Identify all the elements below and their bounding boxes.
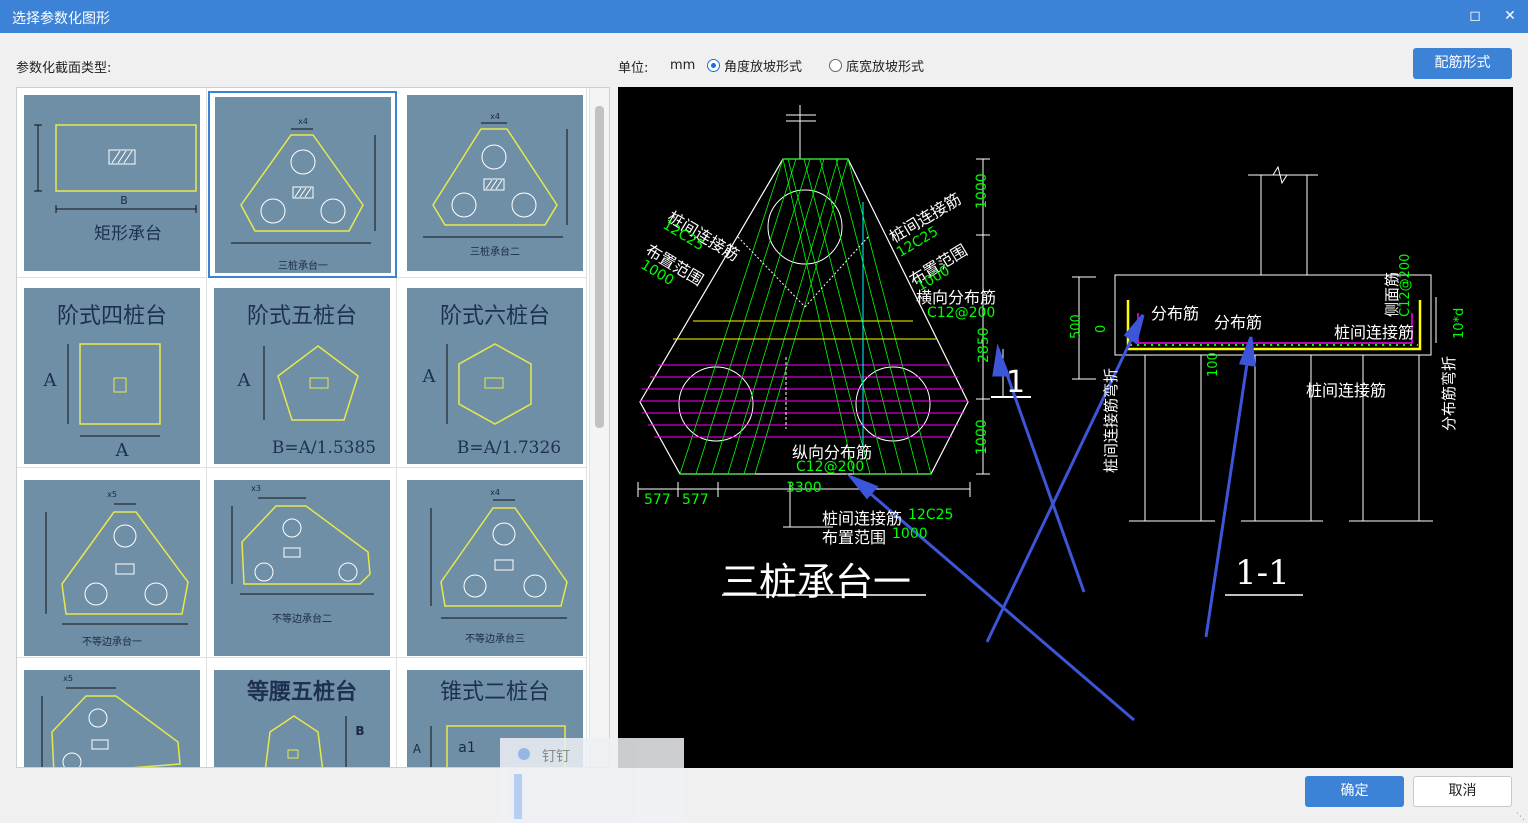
maximize-icon[interactable]: ◻	[1462, 4, 1488, 28]
shape-thumbnail: 等腰五桩台 B	[214, 670, 390, 767]
shape-thumbnail: x4 三桩承台二	[407, 95, 583, 271]
cad-text: 3300	[786, 480, 822, 496]
cad-text: 桩间连接筋弯折	[1102, 367, 1120, 473]
dim-label: B	[120, 194, 128, 207]
dim-label: A	[115, 440, 129, 461]
shape-thumbnail: A B 矩形承台	[24, 95, 200, 271]
dim-label: A	[24, 150, 56, 163]
shape-unequal-cap-4[interactable]: x5	[17, 658, 207, 767]
radio-angle-slope-label: 角度放坡形式	[724, 60, 803, 75]
section-type-label: 参数化截面类型:	[16, 61, 112, 76]
shape-thumbnail: x5 不等边承台一	[24, 480, 200, 656]
cad-text: C12@200	[1398, 253, 1413, 317]
shape-three-pile-cap-1[interactable]: x4 三桩承台一	[208, 91, 397, 278]
shape-thumbnail: 阶式六桩台 A B=A/1.7326	[407, 288, 583, 464]
title-bar: 选择参数化图形 ◻ ✕	[0, 0, 1528, 33]
window-title: 选择参数化图形	[12, 11, 110, 27]
cad-text: 布置范围	[822, 528, 887, 547]
cad-text: 500	[1069, 314, 1084, 339]
close-icon[interactable]: ✕	[1497, 4, 1523, 28]
cad-text: 分布筋	[1151, 304, 1200, 323]
radio-angle-slope[interactable]: 角度放坡形式	[707, 56, 802, 75]
radio-width-slope[interactable]: 底宽放坡形式	[829, 56, 924, 75]
dingtalk-popup: 钉钉	[500, 738, 684, 823]
shape-caption: 三桩承台二	[470, 247, 520, 258]
dim-label: x4	[298, 117, 308, 126]
radio-angle-slope-indicator[interactable]	[707, 59, 720, 72]
popup-text: 钉钉	[542, 749, 570, 765]
shape-caption: 三桩承台一	[278, 261, 328, 272]
cad-text: 577	[682, 492, 709, 508]
shape-step-four-pile[interactable]: 阶式四桩台 A A	[17, 278, 207, 468]
shape-rect-cap[interactable]: A B 矩形承台	[17, 88, 207, 278]
dim-label: B=A/1.7326	[456, 438, 562, 458]
shape-step-six-pile[interactable]: 阶式六桩台 A B=A/1.7326	[397, 278, 587, 468]
reinforce-form-button[interactable]: 配筋形式	[1413, 48, 1512, 79]
cad-text: 577	[644, 492, 671, 508]
gallery-scroll-thumb[interactable]	[595, 106, 604, 428]
dim-label: B	[355, 724, 365, 738]
shape-thumbnail: 阶式五桩台 A B=A/1.5385	[214, 288, 390, 464]
cad-text: 1000	[974, 419, 990, 455]
unit-label: 单位:	[618, 61, 649, 76]
shape-gallery: A B 矩形承台 x4 三桩承台一	[16, 87, 610, 768]
cad-text: 100	[1206, 352, 1221, 377]
dim-label: x4	[490, 488, 500, 497]
popup-sidebar	[514, 774, 522, 819]
cad-text: 10*d	[1452, 307, 1467, 339]
shape-thumbnail: x3 不等边承台二	[214, 480, 390, 656]
dim-label: x3	[251, 484, 261, 493]
cancel-button[interactable]: 取消	[1413, 776, 1512, 807]
shape-isosceles-five-pile[interactable]: 等腰五桩台 B	[207, 658, 397, 767]
cad-section-mark: 1	[1006, 365, 1026, 400]
cad-text: 1000	[974, 173, 990, 209]
shape-thumbnail: x4 三桩承台一	[215, 97, 391, 273]
shape-caption: 不等边承台三	[465, 634, 525, 645]
resize-grip-icon[interactable]: ⋱	[1516, 812, 1525, 822]
shape-three-pile-cap-2[interactable]: x4 三桩承台二	[397, 88, 587, 278]
cad-text: 12C25	[908, 507, 954, 523]
cad-text: 桩间连接筋	[1334, 323, 1415, 342]
cad-text: 分布筋弯折	[1440, 355, 1458, 431]
dim-label: x4	[490, 112, 500, 121]
shape-caption: 不等边承台二	[272, 614, 332, 625]
cad-text: 0	[1094, 324, 1109, 333]
shape-unequal-cap-3[interactable]: x4 不等边承台三	[397, 468, 587, 658]
dim-label: B=A/1.5385	[271, 438, 377, 458]
cad-preview: 桩间连接筋 12C25 布置范围 1000 桩间连接筋 12C25 布置范围 1…	[618, 87, 1513, 768]
gallery-scrollbar[interactable]	[589, 88, 609, 767]
cad-text: 2850	[976, 327, 992, 363]
shape-step-five-pile[interactable]: 阶式五桩台 A B=A/1.5385	[207, 278, 397, 468]
cad-text: 桩间连接筋	[1306, 381, 1387, 400]
shape-thumbnail: 阶式四桩台 A A	[24, 288, 200, 464]
dim-label: A	[237, 370, 251, 391]
cad-text: 1000	[892, 526, 928, 542]
shape-unequal-cap-2[interactable]: x3 不等边承台二	[207, 468, 397, 658]
ok-button[interactable]: 确定	[1305, 776, 1404, 807]
radio-width-slope-label: 底宽放坡形式	[846, 60, 925, 75]
dingtalk-icon	[518, 748, 530, 760]
cad-text: C12@200	[796, 459, 865, 475]
shape-thumbnail: x4 不等边承台三	[407, 480, 583, 656]
dim-label: x5	[63, 674, 73, 683]
shape-thumbnail: x5	[24, 670, 200, 767]
unit-value: mm	[670, 58, 696, 73]
dim-label: x5	[107, 490, 117, 499]
dim-label: A	[43, 370, 57, 391]
cad-text: C12@200	[927, 305, 996, 321]
radio-width-slope-indicator[interactable]	[829, 59, 842, 72]
shape-caption: 不等边承台一	[82, 637, 142, 648]
cad-drawing	[637, 105, 1437, 722]
cad-text: 分布筋	[1214, 313, 1263, 332]
cad-plan-title: 三桩承台一	[721, 560, 912, 604]
shape-caption: 矩形承台	[94, 224, 162, 244]
cad-section-title: 1-1	[1235, 553, 1290, 593]
dim-label: A	[422, 366, 436, 387]
shape-unequal-cap-1[interactable]: x5 不等边承台一	[17, 468, 207, 658]
